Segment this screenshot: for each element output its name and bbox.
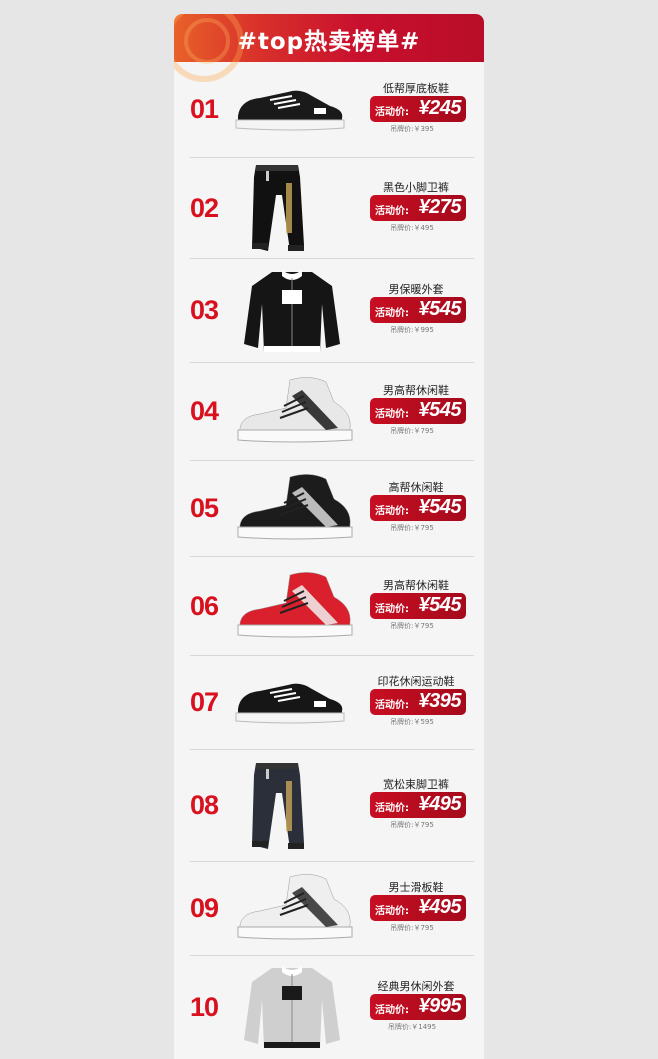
sale-price: ¥275 xyxy=(418,195,462,218)
varsity-jacket-icon[interactable] xyxy=(242,960,342,1055)
sale-price-label: 活动价: xyxy=(375,409,409,420)
rank-number: 04 xyxy=(190,396,219,426)
ranking-row[interactable]: 06 男高帮休闲鞋 活动价: ¥545 吊牌价:￥795 xyxy=(174,557,484,656)
sale-price-badge[interactable]: 活动价: ¥245 xyxy=(370,96,466,122)
sale-price-label: 活动价: xyxy=(375,107,409,118)
product-name: 男保暖外套 xyxy=(388,283,444,296)
rank-number: 06 xyxy=(190,590,219,621)
sale-price-badge[interactable]: 活动价: ¥995 xyxy=(370,993,466,1020)
sweatpants-icon[interactable] xyxy=(242,161,342,256)
original-price: 吊牌价:￥795 xyxy=(390,524,434,532)
rank-number: 03 xyxy=(190,295,219,325)
original-price: 吊牌价:￥995 xyxy=(390,326,434,334)
sale-price-badge[interactable]: 活动价: ¥545 xyxy=(370,297,466,323)
sale-price-label: 活动价: xyxy=(375,906,409,917)
sale-price: ¥495 xyxy=(418,793,462,815)
original-price: 吊牌价:￥595 xyxy=(390,718,434,726)
ranking-row[interactable]: 01 低帮厚底板鞋 活动价: ¥245 吊牌价:￥395 xyxy=(174,62,484,158)
sale-price-badge[interactable]: 活动价: ¥495 xyxy=(370,792,466,818)
rank-number: 07 xyxy=(190,687,219,717)
sale-price-badge[interactable]: 活动价: ¥545 xyxy=(370,398,466,424)
original-price: 吊牌价:￥795 xyxy=(390,924,434,932)
sale-price-badge[interactable]: 活动价: ¥545 xyxy=(370,592,466,619)
high-top-shoe-icon[interactable] xyxy=(230,567,360,647)
panel-title: #top热卖榜单# xyxy=(237,29,421,55)
ranking-row[interactable]: 07 印花休闲运动鞋 活动价: ¥395 吊牌价:￥595 xyxy=(174,656,484,750)
sale-price: ¥245 xyxy=(418,97,462,119)
ranking-row[interactable]: 08 宽松束脚卫裤 活动价: ¥495 吊牌价:￥795 xyxy=(174,750,484,862)
sale-price: ¥545 xyxy=(418,593,462,616)
sale-price-label: 活动价: xyxy=(375,1004,409,1016)
product-name: 宽松束脚卫裤 xyxy=(383,778,449,791)
sale-price-badge[interactable]: 活动价: ¥275 xyxy=(370,194,466,221)
product-name: 经典男休闲外套 xyxy=(377,979,455,993)
sale-price-label: 活动价: xyxy=(375,700,409,711)
ranking-row[interactable]: 02 黑色小脚卫裤 活动价: ¥275 吊牌价:￥495 xyxy=(174,158,484,259)
sale-price-badge[interactable]: 活动价: ¥495 xyxy=(370,895,466,921)
product-name: 男高帮休闲鞋 xyxy=(383,578,449,592)
rank-number: 08 xyxy=(190,790,219,820)
ranking-row[interactable]: 10 经典男休闲外套 活动价: ¥995 吊牌价:￥1495 xyxy=(174,956,484,1059)
sale-price-label: 活动价: xyxy=(375,803,409,814)
product-name: 男高帮休闲鞋 xyxy=(383,384,449,397)
original-price: 吊牌价:￥495 xyxy=(390,223,434,232)
sale-price-badge[interactable]: 活动价: ¥545 xyxy=(370,495,466,521)
sale-price: ¥545 xyxy=(418,496,462,518)
high-top-shoe-icon[interactable] xyxy=(230,372,360,452)
ranking-row[interactable]: 03 男保暖外套 活动价: ¥545 吊牌价:￥995 xyxy=(174,259,484,363)
original-price: 吊牌价:￥795 xyxy=(390,621,434,630)
sale-price: ¥545 xyxy=(418,399,462,421)
sale-price: ¥395 xyxy=(418,690,462,712)
rank-number: 02 xyxy=(190,192,219,223)
bomber-jacket-icon[interactable] xyxy=(242,264,342,359)
sale-price: ¥495 xyxy=(418,896,462,918)
panel-header: #top热卖榜单# xyxy=(174,14,484,82)
sweatpants-icon[interactable] xyxy=(242,759,342,854)
sale-price: ¥545 xyxy=(418,298,462,320)
original-price: 吊牌价:￥1495 xyxy=(387,1022,437,1031)
rank-number: 05 xyxy=(190,493,219,523)
original-price: 吊牌价:￥795 xyxy=(390,821,434,829)
ranking-row[interactable]: 05 高帮休闲鞋 活动价: ¥545 吊牌价:￥795 xyxy=(174,461,484,557)
original-price: 吊牌价:￥395 xyxy=(390,125,434,133)
top-sales-panel: #top热卖榜单# 01 低帮厚底板鞋 活动价: ¥245 吊牌价:￥395 0… xyxy=(174,14,484,1059)
ranking-row[interactable]: 09 男士滑板鞋 活动价: ¥495 吊牌价:￥795 xyxy=(174,862,484,956)
product-name: 印花休闲运动鞋 xyxy=(377,675,455,688)
rank-number: 10 xyxy=(190,991,219,1022)
rank-number: 01 xyxy=(190,94,219,124)
original-price: 吊牌价:￥795 xyxy=(390,427,434,435)
low-top-shoe-icon[interactable] xyxy=(230,70,360,150)
sale-price-label: 活动价: xyxy=(375,603,409,615)
low-top-shoe-icon[interactable] xyxy=(230,663,360,743)
product-name: 高帮休闲鞋 xyxy=(388,481,444,494)
rank-number: 09 xyxy=(190,893,219,923)
high-top-shoe-icon[interactable] xyxy=(230,469,360,549)
product-name: 男士滑板鞋 xyxy=(388,881,444,894)
sale-price-label: 活动价: xyxy=(375,205,409,217)
sale-price: ¥995 xyxy=(418,994,462,1017)
sale-price-label: 活动价: xyxy=(375,506,409,517)
product-name: 低帮厚底板鞋 xyxy=(383,82,449,95)
product-name: 黑色小脚卫裤 xyxy=(383,180,449,194)
sale-price-label: 活动价: xyxy=(375,308,409,319)
ranking-row[interactable]: 04 男高帮休闲鞋 活动价: ¥545 吊牌价:￥795 xyxy=(174,363,484,461)
sale-price-badge[interactable]: 活动价: ¥395 xyxy=(370,689,466,715)
skate-shoe-icon[interactable] xyxy=(230,869,360,949)
